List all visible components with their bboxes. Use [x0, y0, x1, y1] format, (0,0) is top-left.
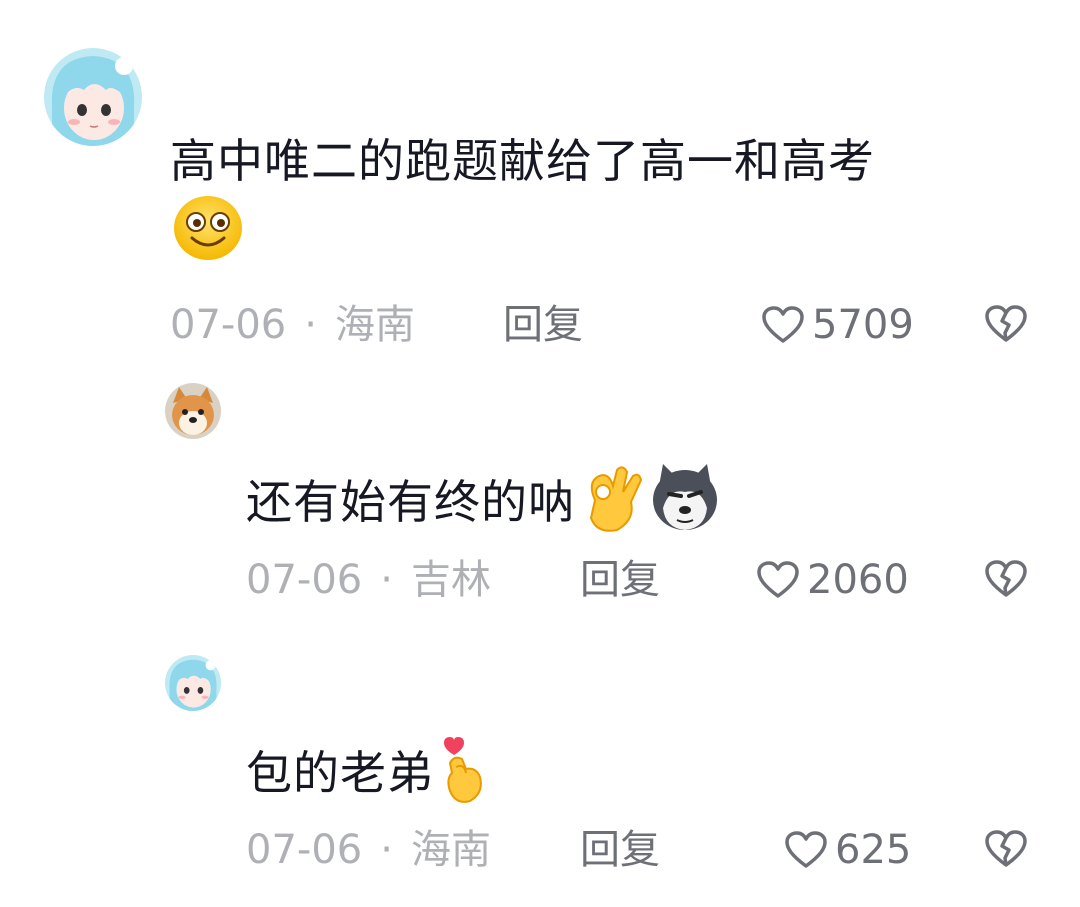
meta-separator: ·: [380, 827, 393, 873]
anime-girl-avatar-icon: [44, 48, 142, 146]
avatar[interactable]: [165, 383, 221, 439]
like-count: 625: [835, 827, 912, 873]
comment-location: 海南: [410, 827, 491, 873]
reply-button[interactable]: 回复: [580, 825, 660, 875]
shiba-dog-avatar-icon: [165, 383, 221, 439]
comment-location: 海南: [334, 302, 415, 348]
reply-button[interactable]: 回复: [503, 300, 583, 350]
like-button[interactable]: 625: [785, 825, 911, 875]
comment-text: 高中唯二的跑题献给了高一和高考: [170, 130, 990, 277]
heart-icon: [757, 561, 799, 598]
meta-separator: ·: [380, 557, 393, 603]
comment-meta: 07-06 · 海南: [170, 300, 415, 350]
comment-text-content: 包的老弟: [246, 746, 434, 800]
reply-button[interactable]: 回复: [580, 555, 660, 605]
heart-icon: [762, 306, 804, 343]
ok-hand-icon: [577, 462, 647, 549]
dislike-button[interactable]: [985, 830, 1027, 872]
comment-text-content: 高中唯二的跑题献给了高一和高考: [170, 134, 875, 188]
comment-meta: 07-06 · 海南: [246, 825, 491, 875]
meta-separator: ·: [304, 302, 317, 348]
avatar[interactable]: [165, 655, 221, 711]
comment-date: 07-06: [170, 302, 287, 348]
dislike-button[interactable]: [985, 560, 1027, 602]
smiling-face-icon: [172, 192, 244, 277]
comment-text: 还有始有终的呐: [246, 462, 1026, 549]
comment-meta: 07-06 · 吉林: [246, 555, 491, 605]
husky-dog-icon: [649, 462, 721, 549]
comment-text-content: 还有始有终的呐: [246, 475, 575, 529]
comment-location: 吉林: [410, 557, 491, 603]
broken-heart-icon: [985, 830, 1027, 867]
avatar[interactable]: [44, 48, 142, 146]
anime-girl-avatar-icon: [165, 655, 221, 711]
broken-heart-icon: [985, 305, 1027, 342]
dislike-button[interactable]: [985, 305, 1027, 347]
broken-heart-icon: [985, 560, 1027, 597]
comment-text: 包的老弟: [246, 733, 1026, 820]
like-button[interactable]: 5709: [762, 300, 914, 350]
like-button[interactable]: 2060: [757, 555, 909, 605]
like-count: 2060: [807, 557, 909, 603]
finger-heart-icon: [436, 733, 492, 820]
comment-date: 07-06: [246, 557, 363, 603]
comment-date: 07-06: [246, 827, 363, 873]
like-count: 5709: [812, 302, 914, 348]
heart-icon: [785, 831, 827, 868]
